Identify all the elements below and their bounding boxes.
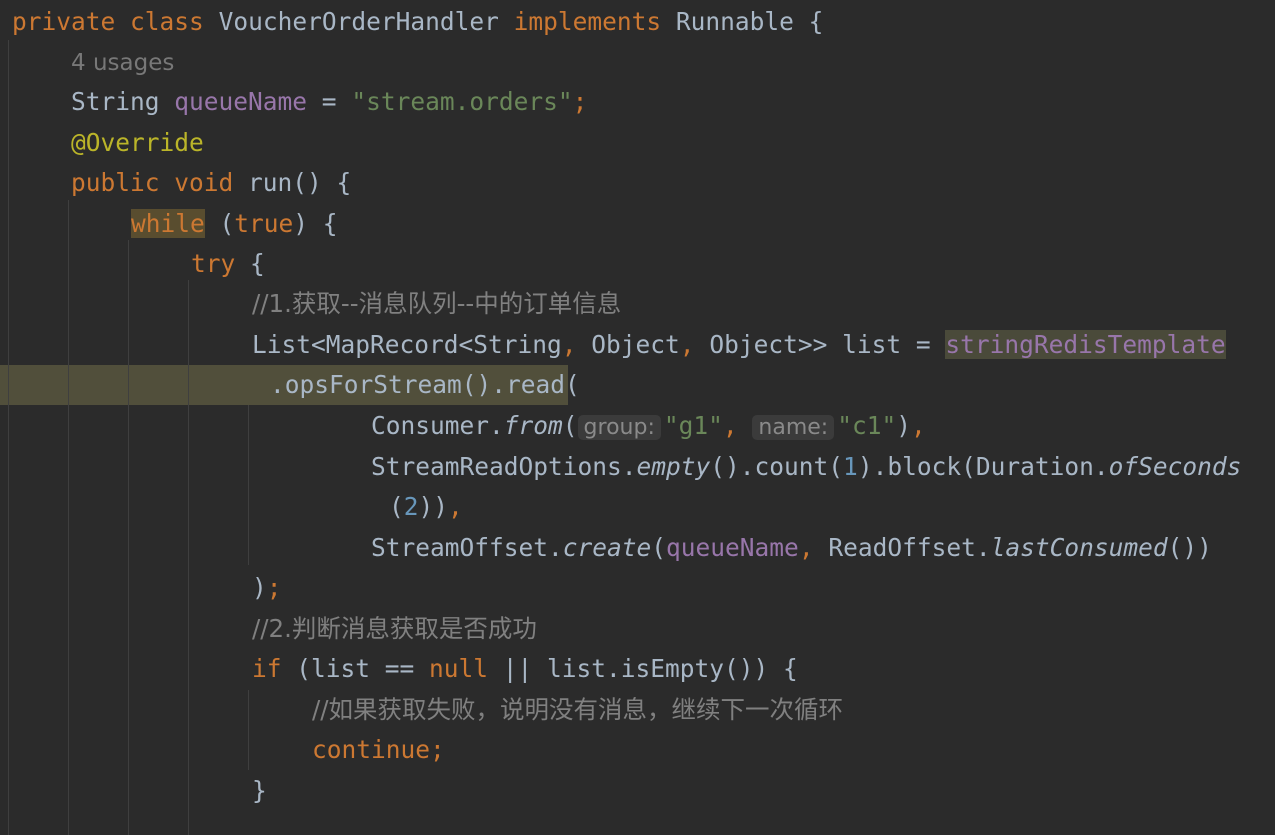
comma: , — [722, 411, 753, 440]
paren: ( — [651, 533, 667, 562]
paren: ()) — [1167, 533, 1212, 562]
param-hint-group: group: — [577, 415, 661, 440]
type-object-list: Object>> list = — [694, 330, 946, 359]
string-c1: "c1" — [837, 411, 897, 440]
paren: ) — [252, 573, 267, 602]
code-line-10[interactable]: .opsForStream().read( — [270, 365, 1275, 405]
paren: ) — [896, 411, 911, 440]
keyword-implements: implements — [513, 7, 662, 36]
method-chain: .opsForStream().read( — [270, 370, 580, 399]
code-line-9[interactable]: List<MapRecord<String, Object, Object>> … — [252, 325, 1275, 365]
brace: { — [235, 249, 265, 278]
type-string: String — [71, 87, 160, 116]
method-count: ().count( — [710, 452, 844, 481]
type-object: Object — [576, 330, 680, 359]
paren: ( — [562, 411, 578, 440]
comma: , — [679, 330, 695, 359]
keyword-try: try — [191, 249, 236, 278]
class-name: VoucherOrderHandler — [218, 7, 499, 36]
semicolon: ; — [572, 87, 588, 116]
code-line-3[interactable]: String queueName = "stream.orders"; — [71, 82, 1275, 122]
string-literal: "stream.orders" — [351, 87, 573, 116]
comma: , — [798, 533, 814, 562]
interface-name: Runnable — [675, 7, 794, 36]
method-last-consumed: lastConsumed — [990, 533, 1168, 562]
indent-guide — [248, 405, 249, 565]
keyword-null: null — [429, 654, 489, 683]
indent-guide — [8, 40, 9, 835]
paren: ( — [389, 492, 404, 521]
code-line-19[interactable]: continue; — [312, 730, 1275, 770]
annotation-override: @Override — [71, 128, 204, 157]
indent-guide — [68, 200, 69, 835]
code-line-6[interactable]: while (true) { — [131, 204, 1275, 244]
keyword-private: private — [12, 7, 116, 36]
indent-guide — [188, 280, 189, 835]
paren: ) { — [293, 209, 338, 238]
usages-hint[interactable]: 4 usages — [71, 50, 174, 76]
semicolon: ; — [430, 735, 445, 764]
method-block: ).block(Duration. — [857, 452, 1109, 481]
class-stream-read-options: StreamReadOptions. — [371, 452, 637, 481]
condition: (list == — [281, 654, 430, 683]
assign: = — [307, 87, 352, 116]
keyword-if: if — [252, 654, 282, 683]
brace: } — [252, 776, 267, 805]
code-line-20[interactable]: } — [252, 771, 1275, 811]
comment: //2.判断消息获取是否成功 — [252, 614, 537, 643]
code-editor[interactable]: private class VoucherOrderHandler implem… — [0, 0, 1275, 835]
code-line-14[interactable]: StreamOffset.create(queueName, ReadOffse… — [371, 528, 1275, 568]
method-create: create — [562, 533, 652, 562]
comment: //1.获取--消息队列--中的订单信息 — [252, 289, 622, 318]
comma: , — [910, 411, 926, 440]
field-queue-name: queueName — [174, 87, 308, 116]
indent-guide — [128, 240, 129, 835]
field-string-redis-template: stringRedisTemplate — [945, 330, 1226, 359]
code-line-1[interactable]: private class VoucherOrderHandler implem… — [12, 2, 1275, 42]
method-of-seconds: ofSeconds — [1108, 452, 1242, 481]
paren: )) — [418, 492, 449, 521]
comma: , — [561, 330, 577, 359]
number-literal: 1 — [843, 452, 858, 481]
condition-rest: || list.isEmpty()) { — [488, 654, 798, 683]
keyword-public: public — [71, 168, 160, 197]
paren: ( — [204, 209, 235, 238]
keyword-class: class — [130, 7, 204, 36]
code-line-8[interactable]: //1.获取--消息队列--中的订单信息 — [252, 284, 1275, 324]
number-literal: 2 — [403, 492, 419, 521]
field-queue-name: queueName — [666, 533, 799, 562]
keyword-true: true — [234, 209, 294, 238]
class-consumer: Consumer. — [371, 411, 504, 440]
comma: , — [448, 492, 463, 521]
comment: //如果获取失败，说明没有消息，继续下一次循环 — [312, 695, 844, 724]
indent-guide — [248, 690, 249, 770]
code-line-16[interactable]: //2.判断消息获取是否成功 — [252, 609, 1275, 649]
code-line-5[interactable]: public void run() { — [71, 163, 1275, 203]
semicolon: ; — [266, 573, 282, 602]
code-line-13[interactable]: (2)), — [389, 487, 1275, 527]
code-line-12[interactable]: StreamReadOptions.empty().count(1).block… — [371, 447, 1275, 487]
method-empty: empty — [636, 452, 711, 481]
keyword-continue: continue — [312, 735, 431, 764]
code-line-7[interactable]: try { — [191, 244, 1275, 284]
method-run: run() { — [233, 168, 352, 197]
code-line-4[interactable]: @Override — [71, 123, 1275, 163]
code-line-2[interactable]: 4 usages — [71, 42, 1275, 82]
code-line-17[interactable]: if (list == null || list.isEmpty()) { — [252, 649, 1275, 689]
keyword-void: void — [174, 168, 234, 197]
class-stream-offset: StreamOffset. — [371, 533, 563, 562]
code-line-15[interactable]: ); — [252, 568, 1275, 608]
keyword-while: while — [131, 209, 205, 238]
param-hint-name: name: — [752, 415, 835, 440]
string-g1: "g1" — [663, 411, 723, 440]
method-from: from — [503, 411, 563, 440]
code-line-11[interactable]: Consumer.from(group: "g1", name: "c1"), — [371, 406, 1275, 446]
brace: { — [793, 7, 824, 36]
declaration: List<MapRecord<String — [252, 330, 562, 359]
code-line-18[interactable]: //如果获取失败，说明没有消息，继续下一次循环 — [312, 690, 1275, 730]
class-read-offset: ReadOffset. — [813, 533, 991, 562]
